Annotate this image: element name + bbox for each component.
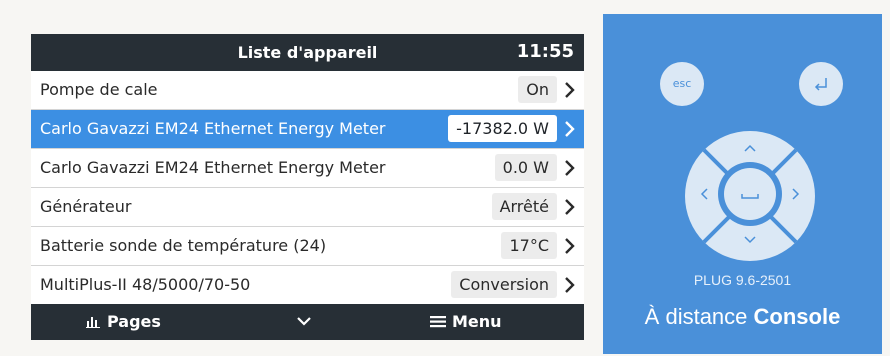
space-icon (741, 194, 759, 199)
device-label: MultiPlus-II 48/5000/70-50 (40, 275, 251, 294)
device-label: Batterie sonde de température (24) (40, 236, 327, 255)
bar-chart-icon (86, 317, 100, 328)
remote-control-panel: esc PLUG 9.6-2501 À distance Console (603, 14, 882, 354)
chevron-right-icon (565, 82, 575, 98)
device-value: -17382.0 W (448, 115, 557, 142)
device-label: Carlo Gavazzi EM24 Ethernet Energy Meter (40, 119, 386, 138)
remote-console-label: À distance Console (603, 304, 882, 330)
device-row-batterie[interactable]: Batterie sonde de température (24) 17°C (31, 227, 584, 266)
dpad-right-icon[interactable] (789, 187, 803, 201)
device-value: Arrêté (491, 193, 557, 220)
dpad-center-button[interactable] (724, 168, 776, 220)
device-value: 0.0 W (494, 154, 557, 181)
device-label: Générateur (40, 197, 132, 216)
device-row-generateur[interactable]: Générateur Arrêté (31, 188, 584, 227)
device-list-screen: Liste d'appareil 11:55 Pompe de cale On … (31, 34, 584, 340)
chevron-right-icon (565, 160, 575, 176)
menu-label: Menu (452, 312, 502, 331)
device-label: Carlo Gavazzi EM24 Ethernet Energy Meter (40, 158, 386, 177)
device-row-pompe[interactable]: Pompe de cale On (31, 71, 584, 110)
pages-label: Pages (107, 312, 161, 331)
esc-button[interactable]: esc (660, 62, 704, 106)
pages-button[interactable]: Pages (86, 312, 161, 331)
chevron-right-icon (565, 199, 575, 215)
device-row-multiplus[interactable]: MultiPlus-II 48/5000/70-50 Conversion (31, 266, 584, 305)
device-row-energy-meter-2[interactable]: Carlo Gavazzi EM24 Ethernet Energy Meter… (31, 149, 584, 188)
chevron-right-icon (565, 277, 575, 293)
clock: 11:55 (516, 41, 574, 62)
device-value: On (518, 76, 557, 103)
device-value: 17°C (501, 232, 557, 259)
remote-label-prefix: À distance (644, 304, 748, 329)
title-bar: Liste d'appareil 11:55 (31, 34, 584, 71)
device-row-energy-meter-1[interactable]: Carlo Gavazzi EM24 Ethernet Energy Meter… (31, 110, 584, 149)
device-label: Pompe de cale (40, 80, 158, 99)
dpad-up-icon[interactable] (743, 141, 757, 155)
menu-button[interactable]: Menu (430, 312, 502, 331)
chevron-down-icon[interactable] (296, 313, 312, 329)
dpad-down-icon[interactable] (743, 233, 757, 247)
enter-button[interactable] (799, 62, 843, 106)
hamburger-icon (430, 316, 446, 328)
bottom-bar: Pages Menu (31, 304, 584, 340)
remote-label-strong: Console (753, 304, 841, 329)
chevron-right-icon (565, 238, 575, 254)
page-title: Liste d'appareil (237, 43, 378, 62)
chevron-right-icon (565, 121, 575, 137)
device-value: Conversion (451, 271, 557, 298)
enter-icon (814, 78, 827, 91)
dpad-left-icon[interactable] (697, 187, 711, 201)
device-id: PLUG 9.6-2501 (693, 272, 792, 288)
